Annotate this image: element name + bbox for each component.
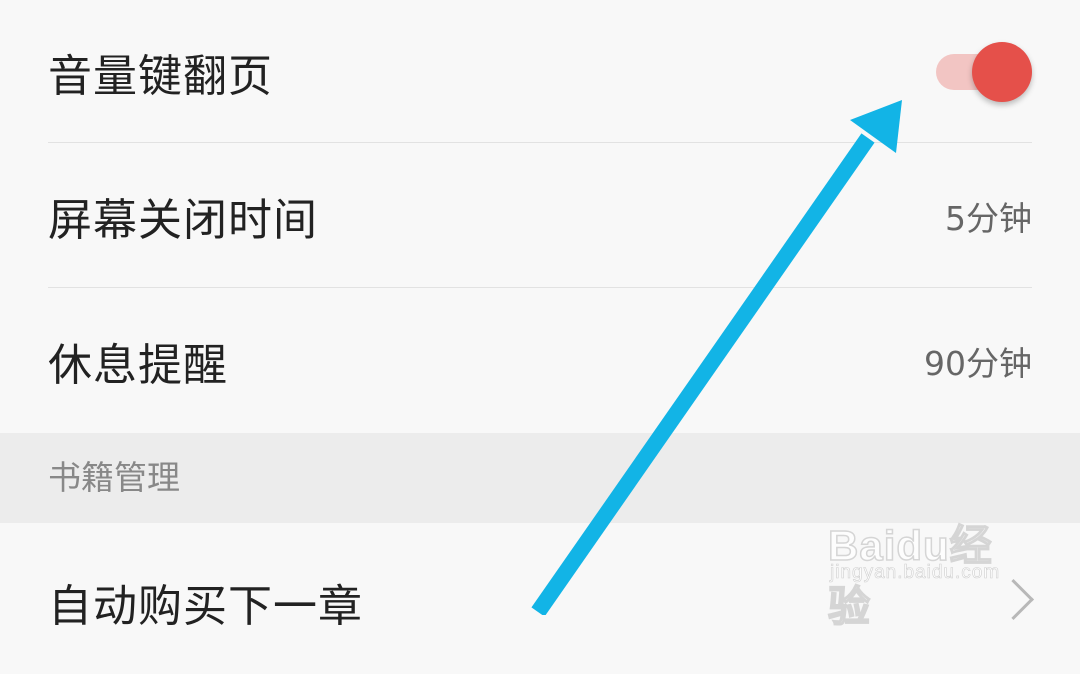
setting-volume-key-page-turn[interactable]: 音量键翻页 [48, 0, 1032, 144]
settings-screen: 音量键翻页 屏幕关闭时间 5分钟 休息提醒 90分钟 书籍管理 自动购买下一章 … [0, 0, 1080, 632]
setting-label: 音量键翻页 [48, 51, 273, 102]
setting-screen-off-time[interactable]: 屏幕关闭时间 5分钟 [48, 144, 1032, 288]
setting-label: 屏幕关闭时间 [48, 195, 318, 246]
divider [48, 142, 1032, 143]
baidu-jingyan-watermark: Baidu经验 jingyan.baidu.com [822, 498, 1022, 631]
divider [48, 287, 1032, 288]
setting-value: 5分钟 [945, 199, 1032, 238]
setting-rest-reminder[interactable]: 休息提醒 90分钟 [48, 289, 1032, 433]
setting-value: 90分钟 [924, 344, 1032, 383]
section-title: 书籍管理 [48, 458, 180, 497]
watermark-site: jingyan.baidu.com [830, 562, 1001, 584]
setting-label: 休息提醒 [48, 340, 228, 391]
volume-key-toggle[interactable] [936, 42, 1032, 102]
toggle-thumb [972, 42, 1032, 102]
setting-label: 自动购买下一章 [48, 581, 363, 632]
